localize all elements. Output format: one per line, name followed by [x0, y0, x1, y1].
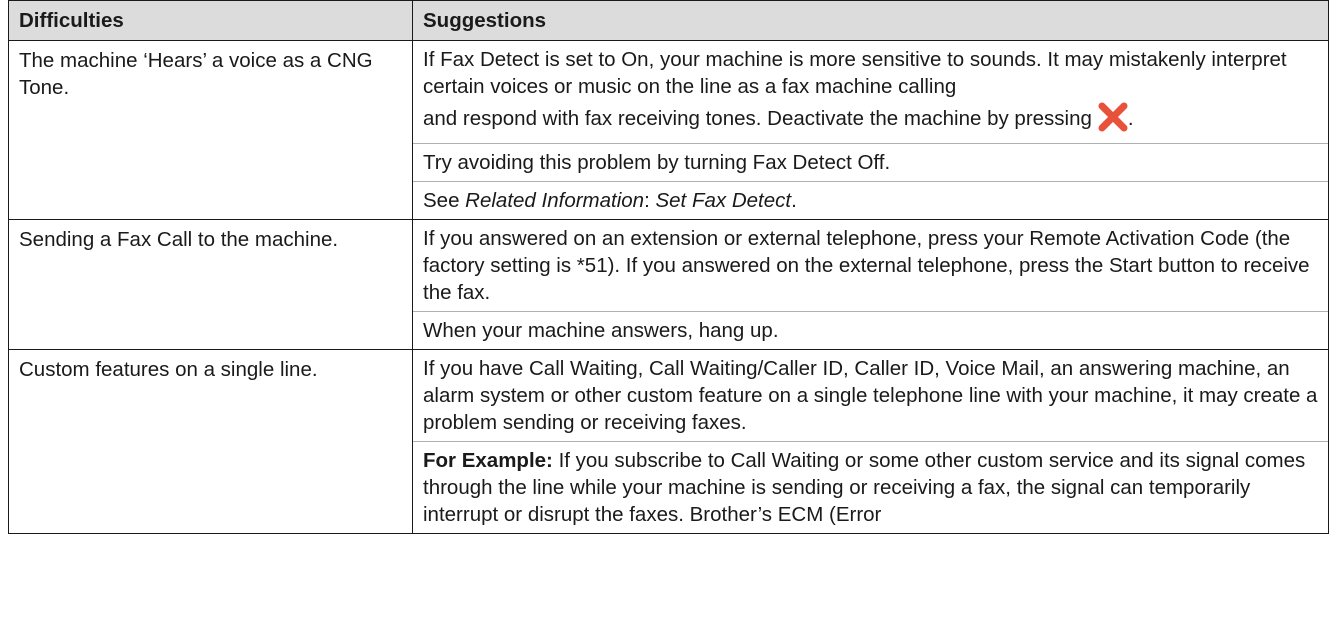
troubleshooting-table: Difficulties Suggestions The machine ‘He… — [8, 0, 1329, 534]
suggestion-cell: If you answered on an extension or exter… — [412, 219, 1329, 350]
suggestion-text: If Fax Detect is set to On, your machine… — [423, 48, 1287, 98]
suggestion-paragraph: For Example: If you subscribe to Call Wa… — [413, 442, 1328, 533]
header-suggestions: Suggestions — [412, 0, 1329, 41]
table-header-row: Difficulties Suggestions — [8, 0, 1329, 41]
suggestion-paragraph: If you answered on an extension or exter… — [413, 220, 1328, 312]
table-row: Custom features on a single line. If you… — [8, 349, 1329, 534]
see-end: . — [791, 189, 797, 212]
suggestion-paragraph: See Related Information: Set Fax Detect. — [413, 182, 1328, 219]
suggestion-text: and respond with fax receiving tones. De… — [423, 107, 1092, 130]
related-information-link[interactable]: Related Information — [465, 189, 644, 212]
suggestion-cell: If you have Call Waiting, Call Waiting/C… — [412, 349, 1329, 534]
suggestion-paragraph: When your machine answers, hang up. — [423, 319, 779, 342]
suggestion-text: . — [1127, 107, 1134, 130]
suggestion-paragraph: Try avoiding this problem by turning Fax… — [413, 144, 1328, 182]
header-difficulties: Difficulties — [8, 0, 413, 41]
difficulty-cell: Custom features on a single line. — [8, 349, 413, 534]
table-row: Sending a Fax Call to the machine. If yo… — [8, 219, 1329, 350]
table-row: The machine ‘Hears’ a voice as a CNG Ton… — [8, 40, 1329, 220]
difficulty-cell: The machine ‘Hears’ a voice as a CNG Ton… — [8, 40, 413, 220]
suggestion-cell: If Fax Detect is set to On, your machine… — [412, 40, 1329, 220]
suggestion-paragraph: If you have Call Waiting, Call Waiting/C… — [413, 350, 1328, 442]
difficulty-cell: Sending a Fax Call to the machine. — [8, 219, 413, 350]
see-separator: : — [644, 189, 656, 212]
suggestion-paragraph: If Fax Detect is set to On, your machine… — [413, 41, 1328, 144]
cancel-x-icon — [1098, 102, 1128, 132]
suggestion-text: If you subscribe to Call Waiting or some… — [423, 449, 1306, 526]
set-fax-detect-link[interactable]: Set Fax Detect — [655, 189, 791, 212]
see-prefix: See — [423, 189, 466, 212]
example-label: For Example: — [423, 449, 553, 472]
